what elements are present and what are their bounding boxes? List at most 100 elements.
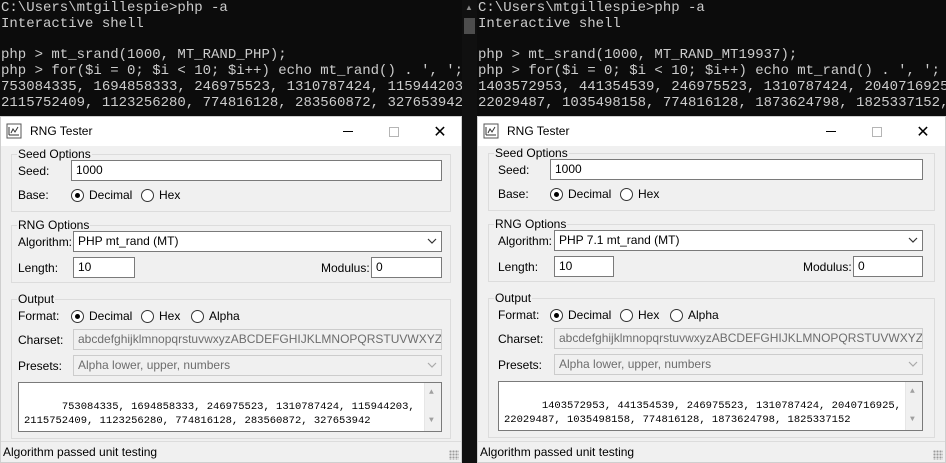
seed-label: Seed: (498, 163, 530, 177)
console-output[interactable]: C:\Users\mtgillespie>php -a Interactive … (477, 0, 946, 116)
output-scrollbar[interactable]: ▲ ▼ (424, 383, 441, 431)
chevron-down-icon (908, 237, 918, 243)
title-bar[interactable]: RNG Tester ✕ (478, 117, 945, 146)
algorithm-select[interactable]: PHP 7.1 mt_rand (MT) (554, 230, 923, 251)
radio-label: Decimal (89, 309, 133, 323)
radio-label: Hex (638, 187, 660, 201)
console-line: php > mt_srand(1000, MT_RAND_PHP); (1, 47, 287, 64)
output-textbox[interactable]: 753084335, 1694858333, 246975523, 131078… (18, 382, 442, 432)
minimize-button[interactable] (808, 117, 854, 146)
console-line: php > for($i = 0; $i < 10; $i++) echo mt… (1, 63, 462, 80)
window-title: RNG Tester (30, 124, 93, 138)
group-title: Output (17, 292, 56, 306)
presets-label: Presets: (498, 358, 543, 372)
maximize-icon (872, 126, 882, 137)
format-alpha-radio[interactable]: Alpha (191, 309, 240, 323)
radio-icon (620, 187, 633, 201)
base-decimal-radio[interactable]: Decimal (550, 187, 611, 201)
left-pane: C:\Users\mtgillespie>php -a Interactive … (0, 0, 462, 463)
scroll-down-icon[interactable]: ▼ (910, 413, 915, 427)
algorithm-label: Algorithm: (18, 235, 73, 249)
radio-label: Hex (638, 308, 660, 322)
base-hex-radio[interactable]: Hex (141, 188, 180, 202)
presets-select[interactable]: Alpha lower, upper, numbers (73, 355, 442, 376)
format-alpha-radio[interactable]: Alpha (670, 308, 719, 322)
algorithm-value: PHP mt_rand (MT) (78, 234, 179, 248)
minimize-button[interactable] (325, 117, 371, 146)
console-line: C:\Users\mtgillespie>php -a (1, 0, 228, 16)
seed-input[interactable]: 1000 (71, 160, 442, 181)
console-output[interactable]: C:\Users\mtgillespie>php -a Interactive … (0, 0, 462, 116)
title-bar[interactable]: RNG Tester ✕ (1, 117, 461, 146)
modulus-input[interactable]: 0 (853, 256, 923, 277)
resize-grip[interactable] (449, 450, 459, 460)
radio-label: Hex (159, 188, 181, 202)
close-button[interactable]: ✕ (417, 117, 463, 146)
presets-value: Alpha lower, upper, numbers (78, 358, 231, 372)
chevron-down-icon (908, 361, 918, 367)
scroll-up-icon[interactable]: ▲ (910, 385, 915, 399)
modulus-label: Modulus: (803, 260, 852, 274)
console-line: Interactive shell (1, 15, 144, 32)
console-line: 1403572953, 441354539, 246975523, 131078… (478, 78, 946, 95)
group-title: Seed Options (494, 146, 569, 160)
resize-grip[interactable] (933, 450, 943, 460)
radio-label: Decimal (89, 188, 133, 202)
console-line: C:\Users\mtgillespie>php -a (478, 0, 705, 16)
seed-input[interactable]: 1000 (550, 159, 923, 180)
group-title: Output (494, 291, 533, 305)
minimize-icon (826, 131, 836, 132)
close-icon: ✕ (916, 123, 930, 141)
radio-selected-icon (71, 188, 84, 202)
maximize-icon (389, 126, 399, 137)
status-text: Algorithm passed unit testing (3, 445, 158, 459)
maximize-button[interactable] (854, 117, 900, 146)
status-bar: Algorithm passed unit testing (478, 441, 945, 462)
console-line: 22029487, 1035498158, 774816128, 1873624… (478, 94, 946, 111)
format-hex-radio[interactable]: Hex (141, 309, 180, 323)
scroll-down-icon[interactable]: ▼ (429, 414, 434, 428)
length-input[interactable]: 10 (554, 256, 614, 277)
status-bar: Algorithm passed unit testing (1, 441, 461, 462)
format-hex-radio[interactable]: Hex (620, 308, 659, 322)
radio-selected-icon (550, 187, 563, 201)
length-input[interactable]: 10 (73, 257, 135, 278)
base-decimal-radio[interactable]: Decimal (71, 188, 132, 202)
modulus-input[interactable]: 0 (371, 257, 442, 278)
scroll-thumb[interactable] (464, 18, 475, 34)
charset-label: Charset: (18, 333, 64, 347)
output-scrollbar[interactable]: ▲ ▼ (905, 382, 922, 430)
window-title: RNG Tester (507, 124, 570, 138)
presets-label: Presets: (18, 359, 63, 373)
close-button[interactable]: ✕ (900, 117, 946, 146)
output-textbox[interactable]: 1403572953, 441354539, 246975523, 131078… (498, 381, 923, 431)
group-title: Seed Options (17, 147, 92, 161)
scroll-up-icon[interactable]: ▲ (429, 386, 434, 400)
format-decimal-radio[interactable]: Decimal (71, 309, 132, 323)
radio-label: Hex (159, 309, 181, 323)
presets-select[interactable]: Alpha lower, upper, numbers (554, 354, 923, 375)
base-hex-radio[interactable]: Hex (620, 187, 659, 201)
console-line: Interactive shell (478, 15, 621, 32)
radio-label: Alpha (688, 308, 719, 322)
charset-input[interactable]: abcdefghijklmnopqrstuvwxyzABCDEFGHIJKLMN… (554, 328, 923, 349)
base-label: Base: (498, 187, 529, 201)
length-label: Length: (18, 261, 59, 275)
format-label: Format: (498, 308, 540, 322)
charset-input[interactable]: abcdefghijklmnopqrstuvwxyzABCDEFGHIJKLMN… (73, 329, 442, 350)
console-line: php > for($i = 0; $i < 10; $i++) echo mt… (478, 63, 941, 80)
format-label: Format: (18, 309, 60, 323)
maximize-button[interactable] (371, 117, 417, 146)
charset-label: Charset: (498, 332, 544, 346)
radio-selected-icon (550, 308, 563, 322)
length-label: Length: (498, 260, 539, 274)
radio-icon (620, 308, 633, 322)
chevron-down-icon (427, 238, 437, 244)
console-scrollbar[interactable]: ▲ (462, 0, 477, 463)
format-decimal-radio[interactable]: Decimal (550, 308, 611, 322)
scroll-up-icon[interactable]: ▲ (465, 3, 473, 12)
algorithm-select[interactable]: PHP mt_rand (MT) (73, 231, 442, 252)
base-label: Base: (18, 188, 49, 202)
